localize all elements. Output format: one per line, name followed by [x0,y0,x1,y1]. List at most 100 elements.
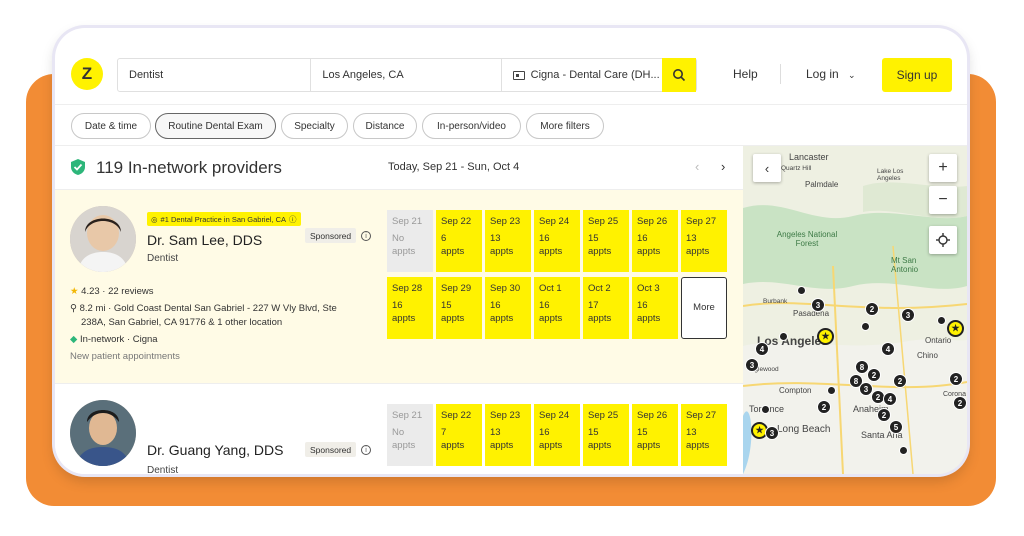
map-pin[interactable]: 2 [877,408,891,422]
appointment-slot[interactable]: Sep 27 13 appts [681,404,727,466]
provider-card[interactable]: ◎ #1 Dental Practice in San Gabriel, CA ⓘ … [55,190,743,384]
appointment-slot[interactable]: Sep 28 16 appts [387,277,433,339]
slot-unit: appts [441,245,465,257]
map-pin[interactable]: 3 [811,298,825,312]
appointment-slot[interactable]: Sep 25 15 appts [583,404,629,466]
featured-map-pin[interactable]: ★ [947,320,964,337]
filter-more[interactable]: More filters [526,113,604,139]
slot-count: 16 [539,300,550,312]
zocdoc-logo[interactable]: Z [71,58,103,90]
appointment-slot[interactable]: Sep 26 15 appts [632,404,678,466]
map-pin[interactable] [827,386,836,395]
address-line2: 238A, San Gabriel, CA 91776 & 1 other lo… [81,317,283,328]
filter-distance[interactable]: Distance [353,113,417,139]
star-icon: ★ [70,286,79,297]
appointment-slot[interactable]: Sep 25 15 appts [583,210,629,272]
slot-count: No [392,427,405,439]
appointment-slot[interactable]: Sep 30 16 appts [485,277,531,339]
slot-date: Sep 26 [637,410,668,421]
info-icon[interactable]: i [361,231,371,241]
search-button[interactable] [662,58,696,92]
map-pin[interactable]: 2 [867,368,881,382]
slot-count: 17 [588,300,599,312]
map-pin[interactable]: 3 [745,358,759,372]
insurance-value: Cigna - Dental Care (DH... [530,69,660,81]
map-pin[interactable]: 4 [755,342,769,356]
map-pin[interactable] [937,316,946,325]
appointment-slot[interactable]: Sep 27 13 appts [681,210,727,272]
results-map[interactable]: Lancaster Quartz Hill Palmdale Lake Los … [743,146,967,474]
zoom-out-button[interactable]: − [929,186,957,214]
map-pin[interactable]: 2 [953,396,967,410]
slot-count: 13 [490,427,501,439]
map-label: Lancaster [789,152,829,162]
map-pin[interactable]: 4 [883,392,897,406]
filter-bar: Date & time Routine Dental Exam Specialt… [55,104,967,146]
appointment-slot[interactable]: Sep 29 15 appts [436,277,482,339]
map-pin[interactable]: 2 [893,374,907,388]
slot-unit: appts [490,312,514,324]
help-link[interactable]: Help [733,67,758,81]
slot-unit: appts [588,439,612,451]
map-pin[interactable]: 5 [889,420,903,434]
map-pin[interactable]: 3 [765,426,779,440]
appointment-slot[interactable]: Sep 26 16 appts [632,210,678,272]
slot-unit: appts [588,312,612,324]
map-pin[interactable]: 4 [881,342,895,356]
sponsored-label: Sponsored [305,228,357,243]
map-pin[interactable] [797,286,806,295]
appointment-slot[interactable]: Oct 3 16 appts [632,277,678,339]
results-header: 119 In-network providers Today, Sep 21 -… [55,146,743,190]
signup-button[interactable]: Sign up [882,58,952,92]
slot-unit: appts [392,245,416,257]
map-pin[interactable]: 2 [817,400,831,414]
provider-rating[interactable]: ★ 4.23 · 22 reviews [70,286,154,297]
prev-dates-icon[interactable]: ‹ [695,159,699,174]
provider-name[interactable]: Dr. Sam Lee, DDS [147,232,262,248]
map-pin[interactable] [761,405,770,414]
appointment-slot[interactable]: Sep 22 6 appts [436,210,482,272]
locate-me-icon[interactable] [929,226,957,254]
slot-date: Sep 26 [637,216,668,227]
slot-unit: appts [441,312,465,324]
specialty-input[interactable]: Dentist [118,59,312,91]
map-pin[interactable] [779,332,788,341]
collapse-map-icon[interactable]: ‹ [753,154,781,182]
slot-unit: appts [637,312,661,324]
next-dates-icon[interactable]: › [721,159,725,174]
slot-unit: appts [441,439,465,451]
map-pin[interactable]: 2 [949,372,963,386]
map-pin[interactable]: 2 [865,302,879,316]
filter-date-time[interactable]: Date & time [71,113,151,139]
slot-date: Sep 23 [490,410,521,421]
location-input[interactable]: Los Angeles, CA [311,59,502,91]
map-pin[interactable] [899,446,908,455]
login-label: Log in [806,67,839,81]
more-availability-button[interactable]: More [681,277,727,339]
map-label: Quartz Hill [781,165,812,172]
map-pin[interactable] [861,322,870,331]
map-label: Compton [779,386,812,395]
provider-name[interactable]: Dr. Guang Yang, DDS [147,442,283,458]
filter-visit-reason[interactable]: Routine Dental Exam [155,113,276,139]
provider-avatar[interactable] [70,206,136,272]
info-icon[interactable]: i [361,445,371,455]
map-pin[interactable]: 3 [901,308,915,322]
appointment-slot[interactable]: Sep 22 7 appts [436,404,482,466]
featured-map-pin[interactable]: ★ [817,328,834,345]
appointment-slot: Sep 21 No appts [387,404,433,466]
appointment-slot[interactable]: Oct 1 16 appts [534,277,580,339]
provider-avatar[interactable] [70,400,136,466]
zoom-in-button[interactable]: + [929,154,957,182]
appointment-slot[interactable]: Oct 2 17 appts [583,277,629,339]
appointment-slot[interactable]: Sep 24 16 appts [534,404,580,466]
appointment-slot[interactable]: Sep 24 16 appts [534,210,580,272]
insurance-input[interactable]: Cigna - Dental Care (DH... [502,59,662,91]
filter-in-person-video[interactable]: In-person/video [422,113,521,139]
slot-unit: appts [490,439,514,451]
provider-card[interactable]: Dr. Guang Yang, DDS Dentist Sponsored i … [55,384,743,474]
appointment-slot[interactable]: Sep 23 13 appts [485,210,531,272]
login-menu[interactable]: Log in ⌄ [806,67,856,81]
filter-specialty[interactable]: Specialty [281,113,348,139]
appointment-slot[interactable]: Sep 23 13 appts [485,404,531,466]
